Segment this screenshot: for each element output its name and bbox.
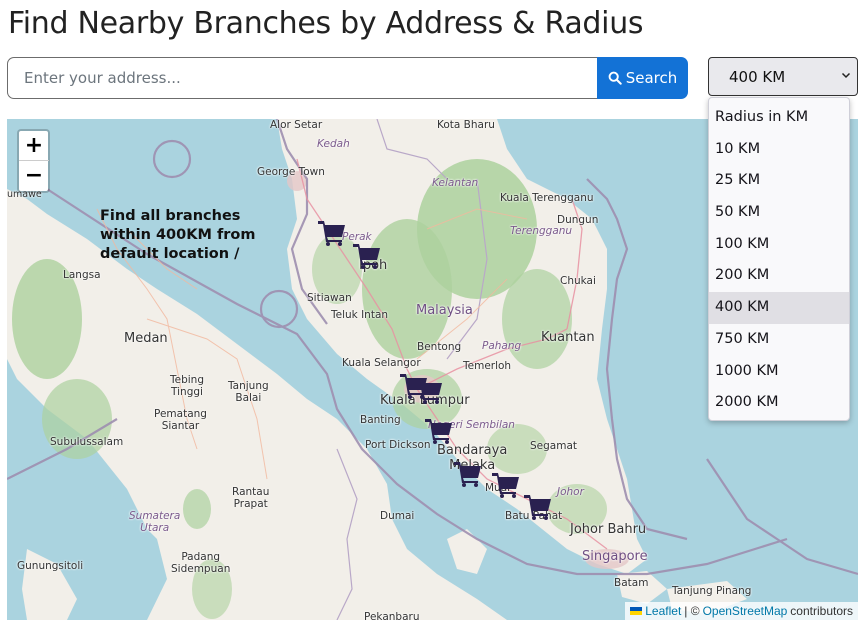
- radius-dropdown-list: Radius in KM 10 KM 25 KM 50 KM 100 KM 20…: [708, 97, 850, 421]
- map-label: Kelantan: [432, 177, 479, 189]
- map-label: Pematang Siantar: [154, 408, 207, 432]
- zoom-control: + −: [17, 129, 50, 193]
- branch-marker[interactable]: [353, 243, 381, 269]
- map-label: Johor: [557, 486, 584, 498]
- branch-marker[interactable]: [425, 418, 453, 444]
- radius-option[interactable]: 100 KM: [709, 229, 849, 261]
- map-label: Singapore: [582, 549, 648, 564]
- map-label: Terengganu: [510, 225, 573, 237]
- search-button[interactable]: Search: [597, 57, 688, 99]
- branch-marker[interactable]: [318, 220, 346, 246]
- search-icon: [608, 71, 622, 85]
- search-group: Search: [7, 57, 688, 99]
- map-label: Temerloh: [463, 360, 512, 372]
- info-text-line: default location /: [100, 246, 240, 262]
- map-label: Teluk Intan: [331, 309, 389, 321]
- shopping-cart-icon: [524, 495, 551, 520]
- map-label: Tanjung Balai: [228, 380, 269, 404]
- forest: [183, 489, 211, 529]
- map-label: Sumatera Utara: [129, 510, 181, 534]
- page-title: Find Nearby Branches by Address & Radius: [8, 6, 644, 41]
- info-text-line: Find all branches: [100, 208, 241, 224]
- radius-option[interactable]: 10 KM: [709, 134, 849, 166]
- radius-option[interactable]: Radius in KM: [709, 102, 849, 134]
- branch-marker[interactable]: [415, 378, 443, 404]
- radius-select[interactable]: 400 KM: [708, 57, 858, 96]
- map-label: Kota Bharu: [437, 119, 495, 131]
- leaflet-link[interactable]: Leaflet: [645, 603, 681, 619]
- shopping-cart-icon: [454, 462, 481, 487]
- info-text-line: within 400KM from: [100, 227, 256, 243]
- map-label: Malaysia: [416, 303, 473, 318]
- radius-option[interactable]: 25 KM: [709, 165, 849, 197]
- branch-marker[interactable]: [524, 494, 552, 520]
- map-label: Pahang: [482, 340, 522, 352]
- maritime-circle: [259, 289, 299, 329]
- map-label: Johor Bahru: [570, 522, 647, 537]
- map-label: Segamat: [530, 440, 578, 452]
- map-label: Port Dickson: [365, 439, 431, 451]
- map-label: Dungun: [557, 214, 599, 226]
- radius-option[interactable]: 1000 KM: [709, 356, 849, 388]
- info-text: Find all branches within 400KM from defa…: [100, 207, 255, 264]
- maritime-circle: [152, 139, 192, 179]
- map-label: Chukai: [560, 275, 596, 287]
- chevron-down-icon: [841, 72, 851, 79]
- map-label: Banting: [360, 414, 401, 426]
- radius-option[interactable]: 200 KM: [709, 260, 849, 292]
- map-label: Batam: [614, 577, 649, 589]
- map-label: Padang Sidempuan: [171, 551, 231, 575]
- shopping-cart-icon: [415, 379, 442, 404]
- radius-selected-value: 400 KM: [729, 67, 786, 86]
- radius-option[interactable]: 750 KM: [709, 324, 849, 356]
- map-label: Kuala Terengganu: [500, 192, 594, 204]
- shopping-cart-icon: [318, 221, 345, 246]
- radius-option[interactable]: 2000 KM: [709, 387, 849, 419]
- map-label: Gunungsitoli: [17, 560, 84, 572]
- branch-marker[interactable]: [454, 461, 482, 487]
- map-label: George Town: [257, 166, 325, 178]
- radius-option-selected[interactable]: 400 KM: [709, 292, 849, 324]
- zoom-out-button[interactable]: −: [19, 161, 49, 191]
- map-label: Kedah: [317, 138, 350, 150]
- openstreetmap-link[interactable]: OpenStreetMap: [703, 603, 788, 619]
- shopping-cart-icon: [425, 419, 452, 444]
- map-label: Perak: [342, 231, 372, 243]
- branch-marker[interactable]: [492, 472, 520, 498]
- map-label: Kuantan: [541, 330, 595, 345]
- map-label: Langsa: [63, 269, 101, 281]
- map-label: Kuala Selangor: [342, 357, 421, 369]
- shopping-cart-icon: [492, 473, 519, 498]
- map-label: Tanjung Pinang: [672, 585, 752, 597]
- map-label: Tebing Tinggi: [170, 374, 204, 398]
- map-label: Rantau Prapat: [232, 486, 270, 510]
- map-label: Subulussalam: [50, 436, 124, 448]
- map-label: Sitiawan: [307, 292, 352, 304]
- map-label: Alor Setar: [270, 119, 323, 131]
- forest: [362, 219, 452, 359]
- address-input[interactable]: [7, 57, 597, 99]
- map-label: Bentong: [417, 341, 462, 353]
- map-label: Pekanbaru: [364, 611, 420, 620]
- zoom-in-button[interactable]: +: [19, 131, 49, 161]
- ukraine-flag-icon: [630, 607, 643, 615]
- attribution-separator: | ©: [684, 604, 700, 618]
- attribution-suffix: contributors: [790, 604, 853, 618]
- map-attribution: Leaflet | © OpenStreetMap contributors: [625, 602, 858, 620]
- shopping-cart-icon: [353, 244, 380, 269]
- map-label: Dumai: [380, 510, 415, 522]
- riau-island: [447, 529, 487, 574]
- radius-option[interactable]: 50 KM: [709, 197, 849, 229]
- map-label: Medan: [124, 331, 168, 346]
- search-button-label: Search: [625, 69, 678, 87]
